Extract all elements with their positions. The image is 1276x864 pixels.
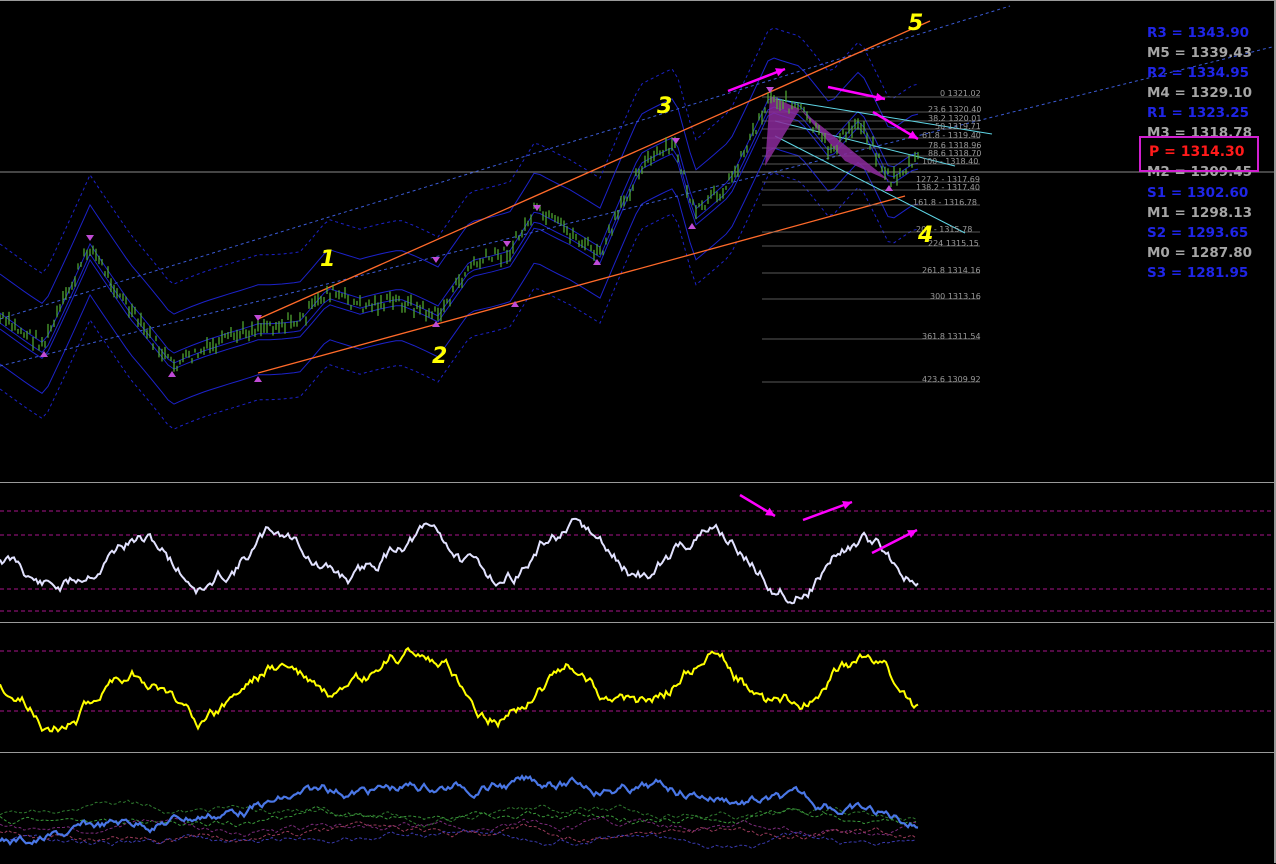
pivot-m5: M5 = 1339.43 [1147, 45, 1253, 61]
pivot-m1: M1 = 1298.13 [1147, 205, 1253, 221]
fib-level-label: 300 1313.16 [930, 292, 981, 301]
fib-level-label: 224 1315.15 [928, 239, 979, 248]
oscillator-pane-1[interactable] [0, 482, 1276, 622]
annotation-arrow [727, 67, 786, 93]
fib-level-label: 161.8 - 1316.78 [913, 198, 977, 207]
wave-label-5: 5 [908, 11, 924, 36]
oscillator-pane-3[interactable] [0, 752, 1276, 863]
channel-upper-line [257, 20, 931, 320]
fib-level-label: 50 1319.71 [935, 122, 981, 131]
price-chart-pane[interactable]: 0 1321.02 23.6 1320.40 38.2 1320.01 50 1… [0, 0, 1276, 482]
fractal-marker [688, 223, 696, 229]
wave-label-4: 4 [918, 223, 934, 248]
fib-level-label: 23.6 1320.40 [928, 105, 982, 114]
fractal-marker [503, 241, 511, 247]
oscillator-1-line [0, 517, 919, 605]
fib-level-label: 100 - 1318.40 [922, 157, 979, 166]
pivot-r2: R2 = 1334.95 [1147, 65, 1249, 81]
oscillator-pane-2[interactable] [0, 622, 1276, 752]
oscillator-1-svg [0, 493, 1276, 612]
wave-label-2: 2 [432, 344, 448, 369]
fib-level-label: 261.8 1314.16 [922, 266, 981, 275]
pivot-r3: R3 = 1343.90 [1147, 25, 1249, 41]
fib-level-label: 0 1321.02 [940, 89, 981, 98]
trend-line-lower [0, 45, 1276, 367]
harmonic-pattern-right [800, 109, 890, 181]
wave-label-1: 1 [320, 247, 336, 272]
fib-level-label: 61.8 - 1319.40 [922, 131, 981, 140]
oscillator-2-line [0, 646, 919, 733]
pivot-s2: S2 = 1293.65 [1147, 225, 1249, 241]
fractal-marker [168, 371, 176, 377]
moving-average-3 [0, 112, 919, 370]
fractal-marker [672, 138, 680, 144]
pivot-p: P = 1314.30 [1149, 144, 1245, 160]
fractal-marker [254, 376, 262, 382]
fib-level-label: 423.6 1309.92 [922, 375, 981, 384]
wave-label-3: 3 [657, 94, 673, 119]
channel-lower-line [257, 195, 906, 374]
fractal-marker [86, 235, 94, 241]
bollinger-outer-lower [0, 172, 919, 430]
oscillator-3-line [0, 774, 919, 846]
pivot-s1: S1 = 1302.60 [1147, 185, 1249, 201]
pivot-s3: S3 = 1281.95 [1147, 265, 1249, 281]
oscillator-2-svg [0, 646, 1276, 733]
fib-level-label: 138.2 - 1317.40 [916, 183, 980, 192]
pivot-m4: M4 = 1329.10 [1147, 85, 1253, 101]
pivot-r1: R1 = 1323.25 [1147, 105, 1249, 121]
fractal-marker [432, 257, 440, 263]
price-chart-svg [0, 5, 1276, 430]
fib-level-label: 361.8 1311.54 [922, 332, 981, 341]
oscillator-3-svg [0, 774, 919, 849]
fractal-marker [885, 185, 893, 191]
oscillator-3-band [0, 799, 917, 828]
pivot-m0: M0 = 1287.80 [1147, 245, 1253, 261]
